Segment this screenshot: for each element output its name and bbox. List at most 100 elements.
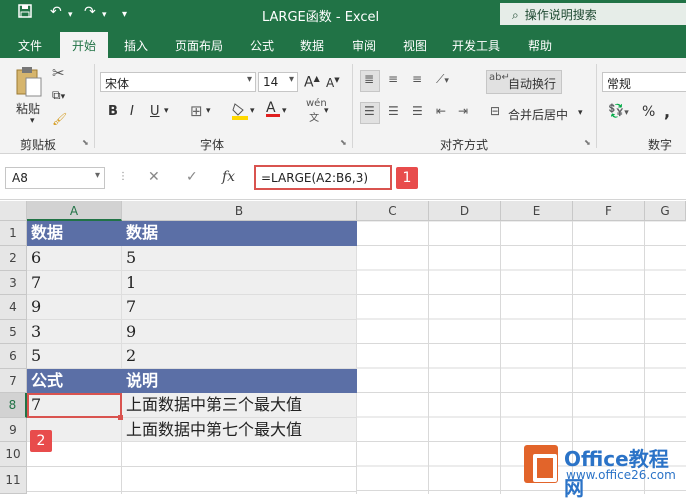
enter-icon[interactable]: ✓ <box>186 169 198 185</box>
cell-b9[interactable]: 上面数据中第七个最大值 <box>122 418 357 442</box>
font-launcher-icon[interactable]: ⬊ <box>340 138 347 147</box>
cell-b7[interactable]: 说明 <box>122 369 357 393</box>
separator <box>596 64 597 148</box>
font-size-value: 14 <box>263 75 279 89</box>
comma-button[interactable]: , <box>664 102 670 121</box>
tab-insert[interactable]: 插入 <box>124 37 148 54</box>
tab-view[interactable]: 视图 <box>403 37 427 54</box>
tell-me-search[interactable]: ⌕ 操作说明搜索 <box>500 3 686 25</box>
undo-icon[interactable]: ↶ <box>50 4 62 20</box>
underline-dropdown-icon[interactable]: ▾ <box>164 106 169 116</box>
cell-a2[interactable]: 6 <box>27 246 122 271</box>
increase-indent-icon[interactable]: ⇥ <box>458 104 468 118</box>
cell-a1[interactable]: 数据 <box>27 221 122 246</box>
row-header-1[interactable]: 1 <box>0 221 27 246</box>
decrease-font-icon[interactable]: A▼ <box>326 76 340 90</box>
cell-b2[interactable]: 5 <box>122 246 357 271</box>
percent-button[interactable]: % <box>642 104 655 120</box>
tab-formulas[interactable]: 公式 <box>250 37 274 54</box>
tab-help[interactable]: 帮助 <box>528 37 552 54</box>
row-header-9[interactable]: 9 <box>0 418 27 442</box>
name-box[interactable]: A8 ▾ <box>5 167 105 189</box>
row-header-11[interactable]: 11 <box>0 467 27 494</box>
tab-file[interactable]: 文件 <box>18 37 42 54</box>
borders-dropdown-icon[interactable]: ▾ <box>206 106 211 116</box>
decrease-indent-icon[interactable]: ⇤ <box>436 104 446 118</box>
orientation-icon[interactable]: ⟋▾ <box>436 72 449 87</box>
undo-dropdown-icon[interactable]: ▾ <box>68 10 73 20</box>
tab-page-layout[interactable]: 页面布局 <box>175 37 223 54</box>
borders-icon[interactable]: ⊞ <box>190 102 203 120</box>
cell-a7[interactable]: 公式 <box>27 369 122 393</box>
cut-icon[interactable]: ✂ <box>52 64 65 82</box>
column-header-a[interactable]: A <box>27 201 122 221</box>
middle-align-icon[interactable]: ≡ <box>388 72 398 86</box>
column-header-b[interactable]: B <box>122 201 357 221</box>
select-all-corner[interactable] <box>0 201 27 221</box>
increase-font-icon[interactable]: A▲ <box>304 74 320 91</box>
customize-qat-icon[interactable]: ▾ <box>122 9 127 20</box>
tab-developer[interactable]: 开发工具 <box>452 37 500 54</box>
merge-center-icon[interactable]: ⊟ <box>490 104 500 118</box>
italic-button[interactable]: I <box>130 104 134 119</box>
font-color-icon[interactable]: A <box>266 100 280 117</box>
row-header-4[interactable]: 4 <box>0 295 27 320</box>
tab-review[interactable]: 审阅 <box>352 37 376 54</box>
cell-a6[interactable]: 5 <box>27 344 122 369</box>
row-header-5[interactable]: 5 <box>0 320 27 344</box>
row-header-6[interactable]: 6 <box>0 344 27 369</box>
cell-a5[interactable]: 3 <box>27 320 122 344</box>
column-header-f[interactable]: F <box>573 201 645 221</box>
row-header-10[interactable]: 10 <box>0 442 27 467</box>
bold-button[interactable]: B <box>108 104 118 119</box>
clipboard-launcher-icon[interactable]: ⬊ <box>82 138 89 147</box>
cell-a8[interactable]: 7 <box>27 393 122 418</box>
phonetic-dropdown-icon[interactable]: ▾ <box>324 106 329 116</box>
row-header-8[interactable]: 8 <box>0 393 27 418</box>
row-header-2[interactable]: 2 <box>0 246 27 271</box>
save-icon[interactable] <box>18 4 32 22</box>
bottom-align-icon[interactable]: ≡ <box>412 72 422 86</box>
cancel-icon[interactable]: ✕ <box>148 169 160 185</box>
accounting-format-icon[interactable]: 💱▾ <box>608 104 629 119</box>
insert-function-icon[interactable]: fx <box>222 169 235 185</box>
column-header-g[interactable]: G <box>645 201 686 221</box>
redo-dropdown-icon[interactable]: ▾ <box>102 10 107 20</box>
paste-label[interactable]: 粘贴 <box>16 100 40 117</box>
tab-home[interactable]: 开始 <box>60 32 109 58</box>
cell-b4[interactable]: 7 <box>122 295 357 320</box>
font-name-select[interactable]: 宋体 ▾ <box>100 72 256 92</box>
copy-icon[interactable]: ⧉▾ <box>52 88 65 103</box>
cell-b8[interactable]: 上面数据中第三个最大值 <box>122 393 357 418</box>
cell-a4[interactable]: 9 <box>27 295 122 320</box>
fill-color-dropdown-icon[interactable]: ▾ <box>250 106 255 116</box>
column-header-c[interactable]: C <box>357 201 429 221</box>
cell-a3[interactable]: 7 <box>27 271 122 295</box>
cell-b5[interactable]: 9 <box>122 320 357 344</box>
fill-handle[interactable] <box>118 415 123 420</box>
cell-b6[interactable]: 2 <box>122 344 357 369</box>
cell-b3[interactable]: 1 <box>122 271 357 295</box>
number-format-select[interactable]: 常规 <box>602 72 686 92</box>
format-painter-icon[interactable]: 🖌 <box>52 112 67 126</box>
paste-icon[interactable] <box>14 66 44 101</box>
redo-icon[interactable]: ↷ <box>84 4 96 20</box>
alignment-launcher-icon[interactable]: ⬊ <box>584 138 591 147</box>
column-header-d[interactable]: D <box>429 201 501 221</box>
tab-data[interactable]: 数据 <box>300 37 324 54</box>
formula-input[interactable]: =LARGE(A2:B6,3) <box>254 165 392 190</box>
formula-text: =LARGE(A2:B6,3) <box>261 171 369 185</box>
font-color-dropdown-icon[interactable]: ▾ <box>282 106 287 116</box>
cell-b1[interactable]: 数据 <box>122 221 357 246</box>
row-header-7[interactable]: 7 <box>0 369 27 393</box>
paste-dropdown-icon[interactable]: ▾ <box>30 116 35 126</box>
align-right-icon[interactable]: ☰ <box>412 104 423 118</box>
column-header-e[interactable]: E <box>501 201 573 221</box>
merge-center-label[interactable]: 合并后居中 <box>508 106 568 123</box>
font-size-select[interactable]: 14 ▾ <box>258 72 298 92</box>
align-center-icon[interactable]: ☰ <box>388 104 399 118</box>
merge-dropdown-icon[interactable]: ▾ <box>578 108 583 118</box>
fill-color-icon[interactable] <box>232 102 248 123</box>
underline-button[interactable]: U <box>150 104 160 119</box>
row-header-3[interactable]: 3 <box>0 271 27 295</box>
